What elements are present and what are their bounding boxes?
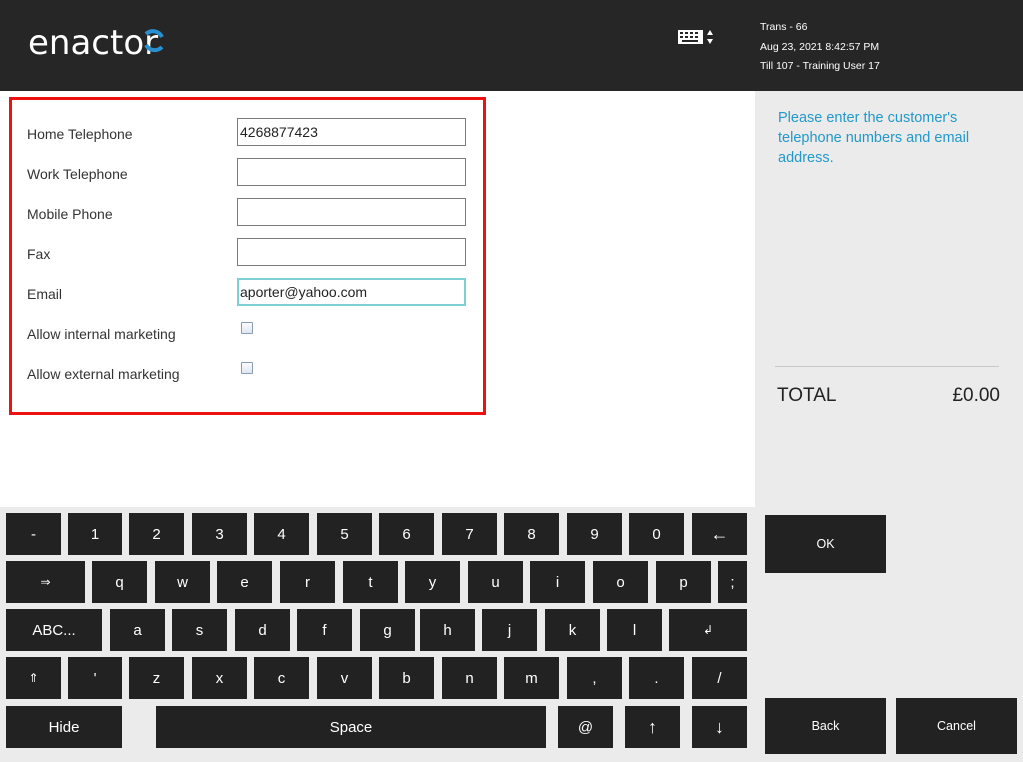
key-n[interactable]: n (442, 657, 497, 699)
key-7[interactable]: 7 (442, 513, 497, 555)
key-g[interactable]: g (360, 609, 415, 651)
key-4[interactable]: 4 (254, 513, 309, 555)
key-d[interactable]: d (235, 609, 290, 651)
key-h[interactable]: h (420, 609, 475, 651)
mobile-phone-input[interactable] (237, 198, 466, 226)
home-telephone-row: Home Telephone 4268877423 (27, 118, 477, 148)
key-l[interactable]: l (607, 609, 662, 651)
prompt-message: Please enter the customer's telephone nu… (778, 110, 970, 166)
key-u[interactable]: u (468, 561, 523, 603)
key-semicolon[interactable]: ; (718, 561, 747, 603)
key-i[interactable]: i (530, 561, 585, 603)
key-slash[interactable]: / (692, 657, 747, 699)
transaction-info: Trans - 66 Aug 23, 2021 8:42:57 PM Till … (760, 18, 880, 77)
on-screen-keyboard: - 1 2 3 4 5 6 7 8 9 0 ← ⇒ q w e r t y u … (0, 507, 755, 762)
back-button[interactable]: Back (765, 698, 886, 754)
key-j[interactable]: j (482, 609, 537, 651)
internal-marketing-row: Allow internal marketing (27, 318, 477, 348)
external-marketing-row: Allow external marketing (27, 358, 477, 388)
hide-keyboard-button[interactable]: Hide (6, 706, 122, 748)
ok-button[interactable]: OK (765, 515, 886, 573)
action-area: OK Back Cancel (755, 507, 1023, 762)
key-apostrophe[interactable]: ' (68, 657, 122, 699)
key-p[interactable]: p (656, 561, 711, 603)
key-8[interactable]: 8 (504, 513, 559, 555)
key-b[interactable]: b (379, 657, 434, 699)
enter-key[interactable]: ↲ (669, 609, 747, 651)
fax-row: Fax (27, 238, 477, 268)
abc-key[interactable]: ABC... (6, 609, 102, 651)
trans-datetime: Aug 23, 2021 8:42:57 PM (760, 40, 880, 53)
till-user: Till 107 - Training User 17 (760, 60, 880, 72)
key-r[interactable]: r (280, 561, 335, 603)
form-panel: Home Telephone 4268877423 Work Telephone… (0, 91, 755, 507)
key-2[interactable]: 2 (129, 513, 184, 555)
arrow-up-key[interactable]: ↑ (625, 706, 680, 748)
email-input[interactable]: aporter@yahoo.com (237, 278, 466, 306)
home-telephone-input[interactable]: 4268877423 (237, 118, 466, 146)
enactor-logo: enactor (28, 24, 198, 64)
key-1[interactable]: 1 (68, 513, 122, 555)
key-v[interactable]: v (317, 657, 372, 699)
shift-key[interactable]: ⇑ (6, 657, 61, 699)
logo-text: enactor (28, 24, 158, 62)
trans-number: Trans - 66 (760, 21, 808, 33)
fax-label: Fax (27, 246, 51, 262)
key-minus[interactable]: - (6, 513, 61, 555)
mobile-phone-label: Mobile Phone (27, 206, 113, 222)
email-row: Email aporter@yahoo.com (27, 278, 477, 308)
key-q[interactable]: q (92, 561, 147, 603)
mobile-phone-row: Mobile Phone (27, 198, 477, 228)
key-y[interactable]: y (405, 561, 460, 603)
email-label: Email (27, 286, 63, 302)
key-f[interactable]: f (297, 609, 352, 651)
key-period[interactable]: . (629, 657, 684, 699)
external-marketing-label: Allow external marketing (27, 366, 180, 382)
total-value: £0.00 (952, 385, 1000, 406)
key-3[interactable]: 3 (192, 513, 247, 555)
top-bar: enactor Trans - 66 Aug 23, 2021 8:42:57 … (0, 0, 1023, 91)
work-telephone-row: Work Telephone (27, 158, 477, 188)
space-key[interactable]: Space (156, 706, 546, 748)
tab-key[interactable]: ⇒ (6, 561, 85, 603)
keyboard-toggle-icon[interactable] (677, 27, 715, 47)
work-telephone-label: Work Telephone (27, 166, 128, 182)
external-marketing-checkbox[interactable] (241, 362, 253, 374)
work-telephone-input[interactable] (237, 158, 466, 186)
info-panel: Please enter the customer's telephone nu… (755, 91, 1023, 507)
contact-form: Home Telephone 4268877423 Work Telephone… (9, 97, 486, 415)
key-comma[interactable]: , (567, 657, 622, 699)
fax-input[interactable] (237, 238, 466, 266)
key-5[interactable]: 5 (317, 513, 372, 555)
home-telephone-label: Home Telephone (27, 126, 133, 142)
internal-marketing-checkbox[interactable] (241, 322, 253, 334)
key-w[interactable]: w (155, 561, 210, 603)
internal-marketing-label: Allow internal marketing (27, 326, 176, 342)
key-e[interactable]: e (217, 561, 272, 603)
pos-screen: enactor Trans - 66 Aug 23, 2021 8:42:57 … (0, 0, 1023, 762)
key-k[interactable]: k (545, 609, 600, 651)
arrow-down-key[interactable]: ↓ (692, 706, 747, 748)
cancel-button[interactable]: Cancel (896, 698, 1017, 754)
key-s[interactable]: s (172, 609, 227, 651)
key-c[interactable]: c (254, 657, 309, 699)
total-divider (775, 366, 999, 367)
key-m[interactable]: m (504, 657, 559, 699)
backspace-key[interactable]: ← (692, 513, 747, 555)
key-t[interactable]: t (343, 561, 398, 603)
total-label: TOTAL (777, 385, 837, 406)
key-x[interactable]: x (192, 657, 247, 699)
key-z[interactable]: z (129, 657, 184, 699)
key-9[interactable]: 9 (567, 513, 622, 555)
key-a[interactable]: a (110, 609, 165, 651)
key-6[interactable]: 6 (379, 513, 434, 555)
key-o[interactable]: o (593, 561, 648, 603)
key-at[interactable]: @ (558, 706, 613, 748)
key-0[interactable]: 0 (629, 513, 684, 555)
